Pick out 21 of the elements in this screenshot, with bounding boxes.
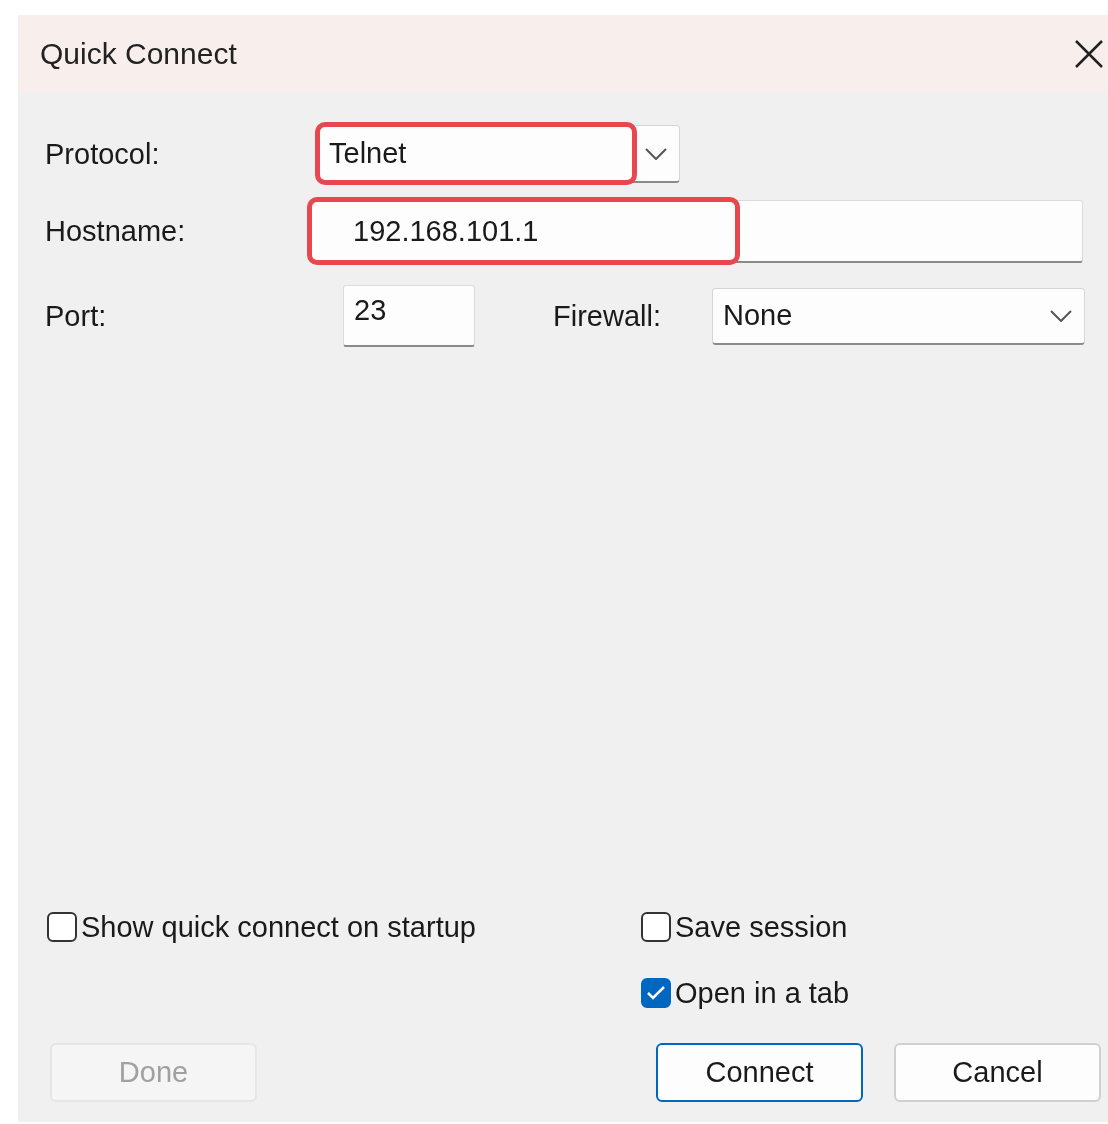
dropdown[interactable]: None xyxy=(712,287,1085,345)
dialog-button[interactable]: Cancel xyxy=(894,1043,1101,1102)
field-label: Port: xyxy=(45,299,108,333)
chevron-down-icon xyxy=(1050,309,1072,322)
checkbox-label: Save session xyxy=(675,910,848,944)
checkbox[interactable] xyxy=(47,912,77,942)
dialog-button[interactable]: Connect xyxy=(656,1043,863,1102)
close-icon[interactable] xyxy=(1074,38,1104,69)
input-field[interactable]: 192.168.101.1 xyxy=(310,200,1083,263)
checkbox-label: Open in a tab xyxy=(675,976,850,1010)
field-label: Firewall: xyxy=(553,299,662,333)
checkbox-label: Show quick connect on startup xyxy=(81,910,476,944)
input-field[interactable]: 23 xyxy=(343,285,475,347)
dropdown[interactable]: Telnet xyxy=(318,125,680,183)
field-label: Protocol: xyxy=(45,137,161,171)
window-title: Quick Connect xyxy=(40,36,237,71)
chevron-down-icon xyxy=(645,147,667,160)
field-label: Hostname: xyxy=(45,215,187,248)
checkmark-icon xyxy=(646,985,666,1001)
checkbox[interactable] xyxy=(641,978,671,1008)
checkbox[interactable] xyxy=(641,912,671,942)
